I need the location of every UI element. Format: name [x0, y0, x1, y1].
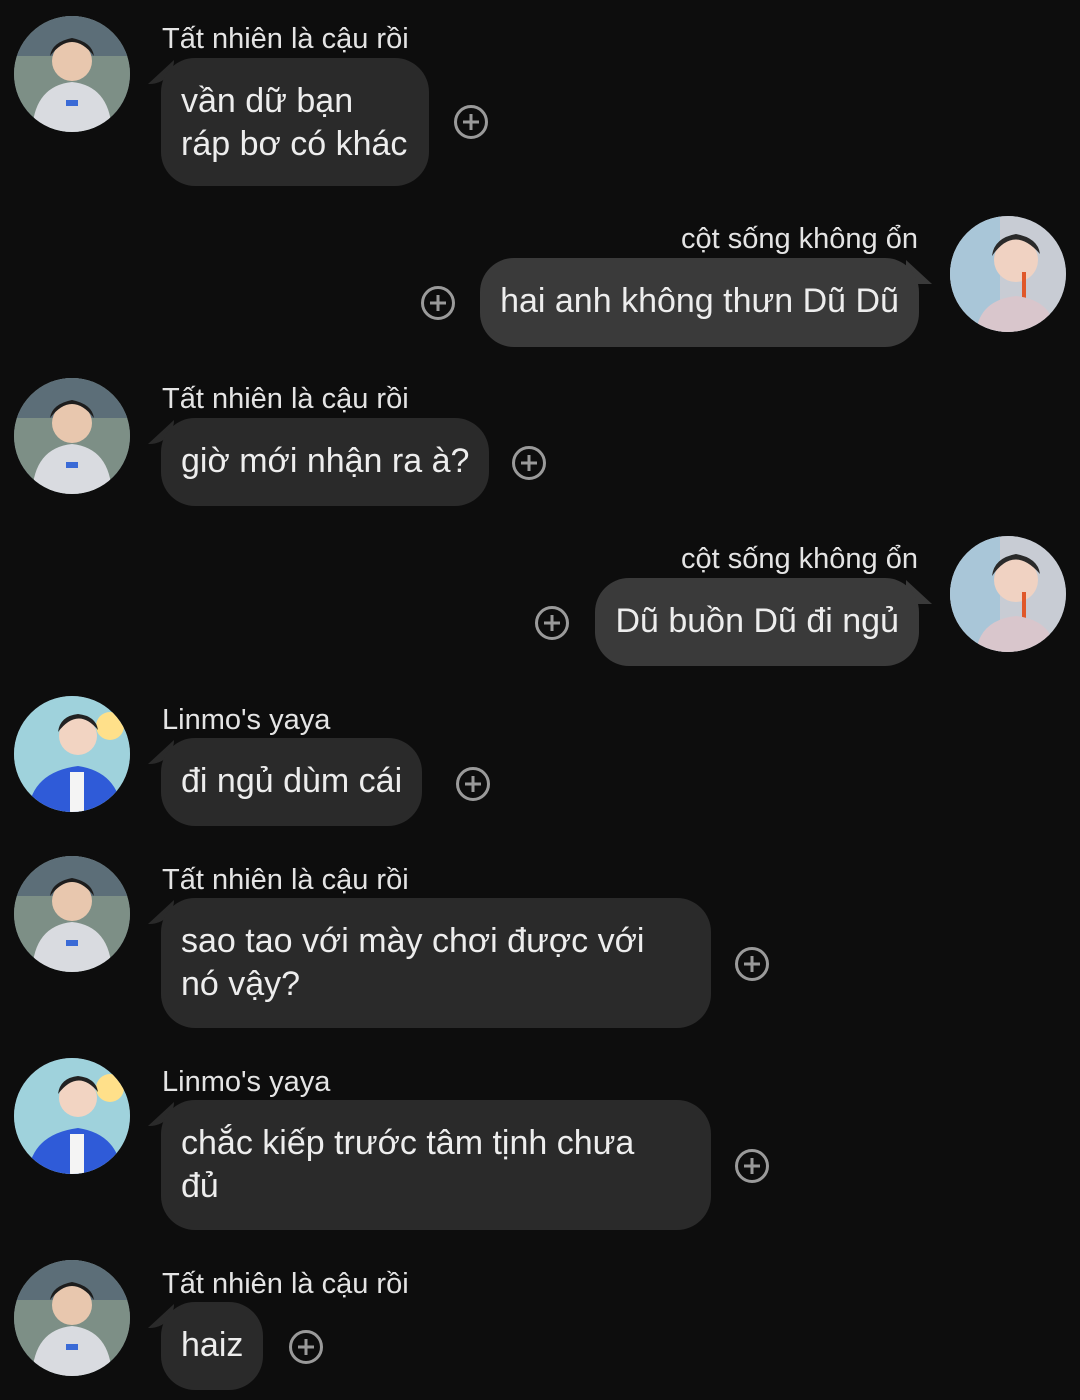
hoodie-avatar-icon	[14, 378, 130, 494]
sender-avatar[interactable]	[950, 216, 1066, 332]
sender-name: Linmo's yaya	[162, 704, 331, 736]
add-reaction-icon[interactable]	[735, 947, 769, 981]
hoodie-avatar-icon	[14, 1260, 130, 1376]
sender-name: Tất nhiên là cậu rồi	[162, 1268, 409, 1300]
sender-name: Linmo's yaya	[162, 1066, 331, 1098]
sender-name: Tất nhiên là cậu rồi	[162, 864, 409, 896]
blue-suit-avatar-icon	[14, 1058, 130, 1174]
sender-name: cột sống không ổn	[680, 543, 918, 575]
add-reaction-icon[interactable]	[421, 286, 455, 320]
straw-avatar-icon	[950, 216, 1066, 332]
add-reaction-icon[interactable]	[289, 1330, 323, 1364]
sender-avatar[interactable]	[14, 696, 130, 812]
blue-suit-avatar-icon	[14, 696, 130, 812]
straw-avatar-icon	[950, 536, 1066, 652]
sender-avatar[interactable]	[950, 536, 1066, 652]
add-reaction-icon[interactable]	[535, 606, 569, 640]
message-bubble[interactable]: sao tao với mày chơi được với nó vậy?	[161, 898, 711, 1028]
sender-avatar[interactable]	[14, 1058, 130, 1174]
sender-avatar[interactable]	[14, 378, 130, 494]
add-reaction-icon[interactable]	[735, 1149, 769, 1183]
hoodie-avatar-icon	[14, 856, 130, 972]
message-bubble[interactable]: haiz	[161, 1302, 264, 1390]
message-bubble[interactable]: chắc kiếp trước tâm tịnh chưa đủ	[161, 1100, 711, 1230]
message-bubble[interactable]: hai anh không thưn Dũ Dũ	[480, 258, 919, 347]
hoodie-avatar-icon	[14, 16, 130, 132]
message-bubble[interactable]: giờ mới nhận ra à?	[161, 418, 490, 506]
sender-avatar[interactable]	[14, 1260, 130, 1376]
add-reaction-icon[interactable]	[456, 767, 490, 801]
message-bubble[interactable]: vần dữ bạn ráp bơ có khác	[161, 58, 429, 186]
sender-avatar[interactable]	[14, 856, 130, 972]
sender-name: Tất nhiên là cậu rồi	[162, 383, 409, 415]
add-reaction-icon[interactable]	[454, 105, 488, 139]
message-bubble[interactable]: đi ngủ dùm cái	[161, 738, 423, 826]
sender-name: cột sống không ổn	[680, 223, 918, 255]
sender-name: Tất nhiên là cậu rồi	[162, 23, 409, 55]
message-bubble[interactable]: Dũ buồn Dũ đi ngủ	[595, 578, 919, 666]
sender-avatar[interactable]	[14, 16, 130, 132]
add-reaction-icon[interactable]	[512, 446, 546, 480]
